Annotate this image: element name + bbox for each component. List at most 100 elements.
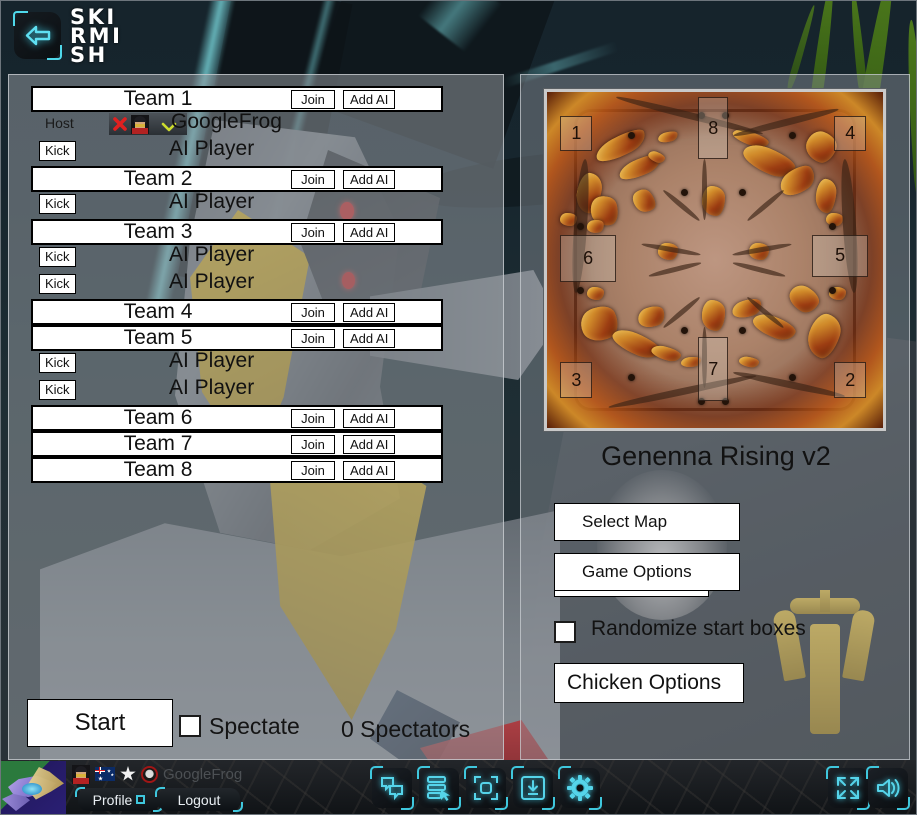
battle-room-icon[interactable] <box>464 766 508 810</box>
ai-player-name-label: AI Player <box>169 376 255 399</box>
start-box[interactable]: 8 <box>698 97 729 160</box>
team-header-row: Team 7 Join Add AI <box>31 431 443 457</box>
battle-list-icon[interactable] <box>417 766 461 810</box>
team-name-label: Team 2 <box>123 167 193 190</box>
player-row: Kick AI Player <box>31 243 461 271</box>
join-team-button[interactable]: Join <box>291 222 335 242</box>
join-team-button[interactable]: Join <box>291 328 335 348</box>
player-avatar-icon <box>131 115 149 134</box>
star-icon <box>120 766 136 781</box>
player-row: Kick AI Player <box>31 376 461 404</box>
player-row: Host GoogleFrog <box>31 110 461 138</box>
logout-button-label: Logout <box>177 791 221 808</box>
add-ai-button[interactable]: Add AI <box>343 434 396 454</box>
user-avatar[interactable] <box>0 761 66 814</box>
randomize-start-boxes-label: Randomize start boxes <box>591 617 806 640</box>
australia-flag-icon <box>95 767 115 781</box>
game-options-button[interactable]: Game Options <box>554 553 740 591</box>
join-team-button[interactable]: Join <box>291 169 335 189</box>
kick-player-button[interactable]: Kick <box>39 141 76 161</box>
team-header-row: Team 8 Join Add AI <box>31 457 443 483</box>
host-label: Host <box>45 115 74 131</box>
add-ai-button[interactable]: Add AI <box>343 89 396 109</box>
join-team-button[interactable]: Join <box>291 408 335 428</box>
add-ai-button[interactable]: Add AI <box>343 460 396 480</box>
chicken-options-button[interactable]: Chicken Options <box>554 663 744 703</box>
skirmish-lobby-window: SKI RMI SH Team 1 Join Add AI Host GoogleFro… <box>0 0 917 815</box>
kick-player-button[interactable]: Kick <box>39 194 76 214</box>
user-mini-avatar-icon <box>72 764 90 784</box>
ai-player-name-label: AI Player <box>169 137 255 160</box>
profile-button-label: Profile <box>92 791 133 808</box>
teams-panel: Team 1 Join Add AI Host GoogleFrog Kick AI Pla… <box>8 74 504 760</box>
bottom-taskbar: GoogleFrog Profile Logout <box>0 760 917 815</box>
team-name-label: Team 7 <box>123 432 193 455</box>
map-panel: 1 8 4 6 5 3 7 2 Genenna Rising v2 Select Map Ga… <box>520 74 910 760</box>
player-row: Kick AI Player <box>31 190 461 218</box>
add-ai-button[interactable]: Add AI <box>343 408 396 428</box>
ai-player-name-label: AI Player <box>169 349 255 372</box>
team-header-row: Team 3 Join Add AI <box>31 219 443 245</box>
user-name-label: GoogleFrog <box>163 765 243 783</box>
add-ai-button[interactable]: Add AI <box>343 328 396 348</box>
spectate-label: Spectate <box>209 713 300 739</box>
downloads-icon[interactable] <box>511 766 555 810</box>
team-name-label: Team 6 <box>123 406 193 429</box>
join-team-button[interactable]: Join <box>291 460 335 480</box>
start-box[interactable]: 7 <box>698 337 729 402</box>
join-team-button[interactable]: Join <box>291 302 335 322</box>
add-ai-button[interactable]: Add AI <box>343 169 396 189</box>
ai-player-name-label: AI Player <box>169 190 255 213</box>
map-preview-frame[interactable]: 1 8 4 6 5 3 7 2 <box>543 88 887 432</box>
start-box[interactable]: 6 <box>560 234 616 282</box>
team-header-row: Team 1 Join Add AI <box>31 86 443 112</box>
team-header-row: Team 6 Join Add AI <box>31 405 443 431</box>
settings-gear-icon[interactable] <box>558 766 602 810</box>
spectators-count: 0 Spectators <box>341 716 471 742</box>
team-header-row: Team 2 Join Add AI <box>31 166 443 192</box>
team-name-label: Team 4 <box>123 300 193 323</box>
team-name-label: Team 5 <box>123 326 193 349</box>
team-name-label: Team 8 <box>123 458 193 481</box>
join-team-button[interactable]: Join <box>291 434 335 454</box>
spectate-checkbox[interactable] <box>179 715 201 737</box>
logo-line-3: SH <box>70 43 108 67</box>
player-row: Kick AI Player <box>31 349 461 377</box>
ai-player-name-label: AI Player <box>169 243 255 266</box>
start-box[interactable]: 4 <box>834 115 867 151</box>
start-box[interactable]: 5 <box>812 234 868 277</box>
select-map-button[interactable]: Select Map <box>554 503 740 541</box>
back-button[interactable] <box>13 11 62 60</box>
team-name-label: Team 1 <box>123 87 193 110</box>
kick-player-button[interactable]: Kick <box>39 274 76 294</box>
volume-icon[interactable] <box>866 766 910 810</box>
profile-expand-icon <box>136 795 146 804</box>
chat-icon[interactable] <box>370 766 414 810</box>
kick-player-button[interactable]: Kick <box>39 380 76 400</box>
kick-player-button[interactable]: Kick <box>39 247 76 267</box>
add-ai-button[interactable]: Add AI <box>343 222 396 242</box>
start-box[interactable]: 3 <box>560 362 593 398</box>
map-name-label: Genenna Rising v2 <box>601 441 831 471</box>
logout-button[interactable]: Logout <box>155 787 243 812</box>
profile-button[interactable]: Profile <box>75 787 163 812</box>
team-header-row: Team 4 Join Add AI <box>31 299 443 325</box>
kick-player-button[interactable]: Kick <box>39 353 76 373</box>
randomize-start-boxes-checkbox[interactable] <box>554 621 576 643</box>
user-info-row: GoogleFrog <box>72 764 242 784</box>
map-minimap-image[interactable]: 1 8 4 6 5 3 7 2 <box>547 92 883 428</box>
start-button[interactable]: Start <box>27 699 173 747</box>
start-box[interactable]: 1 <box>560 115 593 151</box>
close-icon[interactable] <box>112 116 128 132</box>
player-row: Kick AI Player <box>31 137 461 165</box>
join-team-button[interactable]: Join <box>291 89 335 109</box>
app-logo: SKI RMI SH <box>70 7 122 67</box>
team-name-label: Team 3 <box>123 220 193 243</box>
add-ai-button[interactable]: Add AI <box>343 302 396 322</box>
start-box[interactable]: 2 <box>834 362 867 398</box>
ai-player-name-label: AI Player <box>169 270 255 293</box>
top-bar: SKI RMI SH <box>0 0 917 72</box>
team-header-row: Team 5 Join Add AI <box>31 325 443 351</box>
fullscreen-icon[interactable] <box>826 766 870 810</box>
clan-badge-icon <box>141 765 158 783</box>
